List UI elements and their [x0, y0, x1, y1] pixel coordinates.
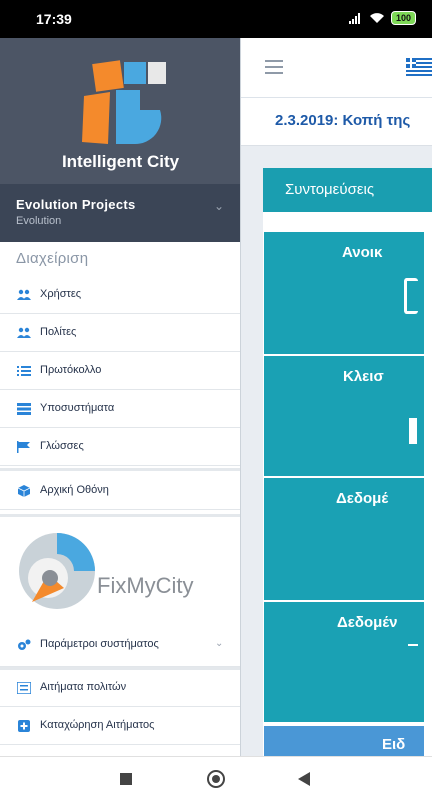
top-bar: [241, 38, 432, 98]
tile-closed[interactable]: Κλεισ: [264, 356, 424, 476]
tile-data-1[interactable]: Δεδομέ: [264, 478, 424, 600]
sidebar-item-label: Καταχώρηση Αιτήματος: [40, 719, 155, 731]
signal-icon: [348, 12, 363, 24]
sidebar-item-label: Αρχική Οθόνη: [40, 484, 109, 496]
status-bar: 17:39 100: [0, 0, 432, 38]
tile-info[interactable]: Ειδ: [264, 726, 424, 756]
sidebar-item-label: Πολίτες: [40, 326, 77, 338]
status-time: 17:39: [36, 11, 72, 27]
fixmycity-banner: FixMyCity: [0, 518, 240, 624]
sidebar-item-protocol[interactable]: Πρωτόκολλο: [0, 353, 240, 390]
tile-label: Δεδομέν: [337, 614, 398, 631]
sidebar-item-system-params[interactable]: Παράμετροι συστήματος ⌄: [0, 627, 240, 667]
cube-icon: [17, 485, 31, 497]
sidebar-item-label: Παράμετροι συστήματος: [40, 638, 159, 650]
sidebar-item-subsystems[interactable]: Υποσυστήματα: [0, 391, 240, 428]
news-ticker[interactable]: 2.3.2019: Κοπή της: [241, 98, 432, 146]
greek-flag-icon[interactable]: [406, 58, 432, 76]
shortcuts-title: Συντομεύσεις: [285, 181, 375, 198]
wifi-icon: [369, 12, 385, 24]
citizens-icon: [17, 327, 31, 338]
document-icon: [409, 418, 417, 444]
sidebar-item-home[interactable]: Αρχική Οθόνη: [0, 473, 240, 510]
list-icon: [17, 366, 31, 376]
project-title: Evolution Projects: [16, 197, 136, 212]
project-selector[interactable]: Evolution Projects Evolution ⌄: [0, 184, 240, 242]
back-button[interactable]: [298, 772, 310, 786]
divider: [0, 514, 240, 517]
dash-icon: [408, 644, 418, 646]
users-icon: [17, 289, 31, 300]
tile-label: Κλεισ: [343, 368, 384, 385]
status-icons: 100: [348, 11, 416, 25]
chevron-down-icon: ⌄: [215, 638, 224, 649]
sidebar-item-users[interactable]: Χρήστες: [0, 277, 240, 314]
sidebar-item-citizen-requests[interactable]: Αιτήματα πολιτών: [0, 670, 240, 707]
recents-button[interactable]: [120, 773, 132, 785]
brand-name: Intelligent City: [61, 152, 180, 171]
brand-header: Intelligent City: [0, 38, 240, 184]
section-title: Διαχείριση: [16, 250, 89, 267]
tile-label: Ειδ: [382, 736, 406, 753]
sidebar-item-label: Γλώσσες: [40, 440, 84, 452]
home-button[interactable]: [207, 770, 225, 788]
tile-label: Ανοικ: [342, 244, 383, 261]
sidebar-item-label: Πρωτόκολλο: [40, 364, 102, 376]
sidebar-item-label: Υποσυστήματα: [40, 402, 115, 414]
gears-icon: [18, 639, 31, 650]
sidebar-item-citizens[interactable]: Πολίτες: [0, 315, 240, 352]
news-text: 2.3.2019: Κοπή της: [275, 112, 411, 129]
flag-icon: [17, 441, 30, 453]
chevron-down-icon: ⌄: [214, 199, 225, 213]
tile-data-2[interactable]: Δεδομέν: [264, 602, 424, 722]
main-content: 2.3.2019: Κοπή της Συντομεύσεις Ανοικ Κλ…: [241, 38, 432, 756]
sidebar-item-label: Χρήστες: [40, 288, 82, 300]
sidebar: Intelligent City Evolution Projects Evol…: [0, 38, 241, 756]
subsystems-icon: [17, 403, 31, 415]
add-icon: [18, 720, 30, 732]
tile-label: Δεδομέ: [336, 490, 389, 507]
battery-icon: 100: [390, 11, 416, 25]
tile-open[interactable]: Ανοικ: [264, 232, 424, 354]
menu-icon[interactable]: [265, 60, 283, 74]
fixmycity-logo: [19, 533, 95, 609]
intelligent-city-logo: [82, 60, 166, 145]
navigation-bar: [0, 756, 432, 800]
sidebar-item-label: Αιτήματα πολιτών: [40, 681, 127, 693]
sidebar-item-submit-request[interactable]: Καταχώρηση Αιτήματος: [0, 708, 240, 745]
shortcuts-header: Συντομεύσεις: [263, 168, 432, 212]
project-subtitle: Evolution: [16, 215, 62, 227]
document-icon: [404, 278, 418, 314]
requests-icon: [17, 682, 31, 694]
fixmycity-label: FixMyCity: [97, 573, 194, 598]
sidebar-item-languages[interactable]: Γλώσσες: [0, 429, 240, 466]
divider: [0, 468, 240, 471]
